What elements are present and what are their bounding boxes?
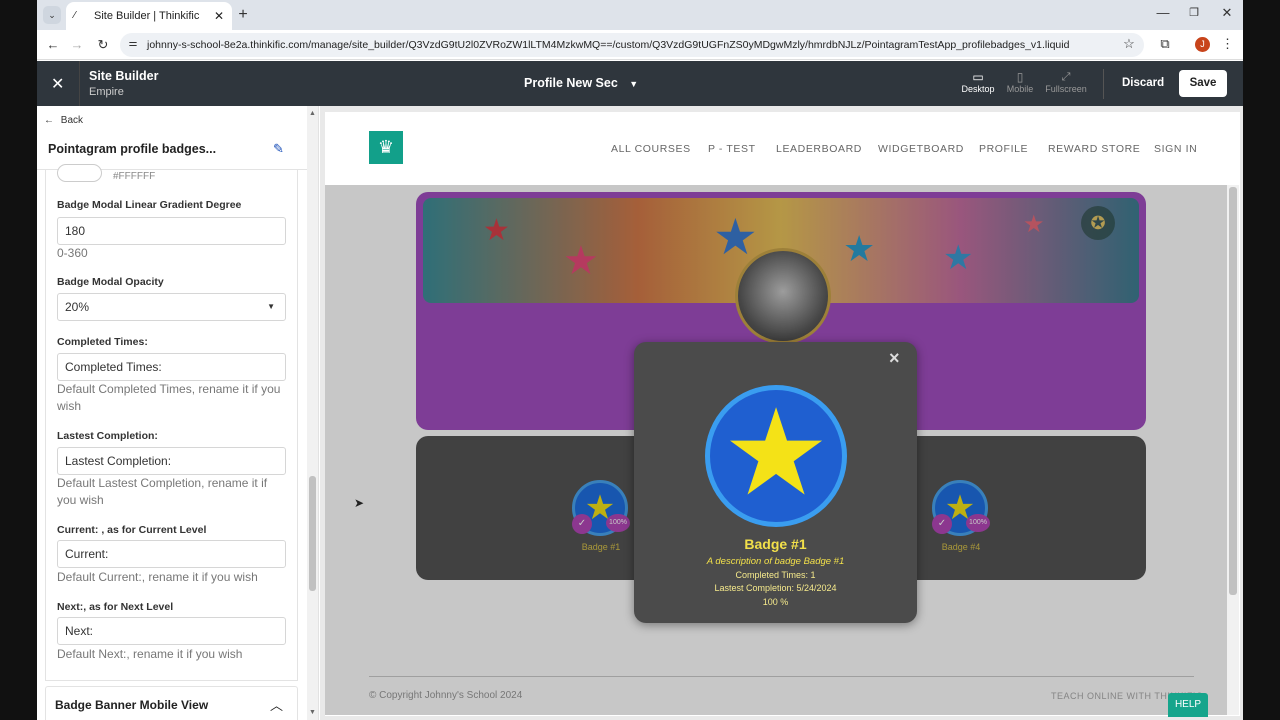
view-mobile[interactable]: ▯ Mobile (1000, 70, 1040, 94)
view-mobile-label: Mobile (1006, 84, 1034, 94)
theme-name: Empire (89, 86, 124, 98)
save-button[interactable]: Save (1179, 70, 1227, 97)
extensions-icon[interactable]: ⧉ (1157, 36, 1173, 52)
help-button[interactable]: HELP (1168, 693, 1208, 717)
section-title: Pointagram profile badges... (48, 142, 217, 156)
maximize-icon[interactable]: ❐ (1187, 6, 1201, 19)
forward-arrow-icon[interactable]: → (70, 37, 84, 52)
color-swatch-picker[interactable] (57, 164, 102, 182)
builder-title: Site Builder (89, 69, 159, 83)
nav-sign-in[interactable]: SIGN IN (1154, 143, 1197, 155)
brand-logo-icon[interactable]: ♛ (369, 131, 403, 164)
new-tab-button[interactable]: + (236, 6, 250, 24)
collapsed-section-header[interactable]: Badge Banner Mobile View ︿ (45, 686, 298, 720)
nav-widgetboard[interactable]: WIDGETBOARD (878, 143, 964, 155)
collapsed-section-title: Badge Banner Mobile View (55, 698, 209, 712)
back-label: Back (60, 115, 84, 126)
next-hint: Default Next:, rename it if you wish (57, 647, 243, 661)
gradient-degree-input[interactable]: 180 (57, 217, 286, 245)
scroll-up-icon: ▲ (309, 110, 316, 117)
view-fullscreen-label: Fullscreen (1045, 84, 1087, 94)
badge-modal: × ★ Badge #1 A description of badge Badg… (634, 342, 917, 623)
scroll-thumb[interactable] (309, 476, 316, 591)
current-label: Current: , as for Current Level (57, 524, 207, 536)
window-close-icon[interactable]: ✕ (1220, 5, 1234, 21)
nav-reward-store[interactable]: REWARD STORE (1048, 143, 1140, 155)
modal-close-icon[interactable]: × (889, 348, 900, 369)
chevron-down-icon: ▼ (629, 79, 639, 89)
gradient-label: Badge Modal Linear Gradient Degree (57, 199, 242, 211)
back-arrow-icon: ← (44, 115, 54, 126)
view-desktop-label: Desktop (961, 84, 995, 94)
browser-tab[interactable]: ⁄ Site Builder | Thinkific ✕ (66, 2, 232, 30)
page-name: Profile New Sec (524, 76, 618, 90)
profile-avatar[interactable]: J (1195, 37, 1210, 52)
modal-badge-star-icon: ★ (705, 385, 847, 527)
scroll-down-icon: ▼ (309, 709, 316, 716)
thinkific-favicon-icon: ⁄ (74, 10, 76, 21)
preview-scroll-thumb[interactable] (1229, 187, 1237, 595)
latest-hint: Default Lastest Completion, rename it if… (57, 476, 268, 507)
edit-pencil-icon[interactable]: ✎ (273, 141, 284, 157)
bookmark-star-icon[interactable]: ☆ (1121, 36, 1137, 52)
fullscreen-icon: ⤢ (1061, 71, 1071, 83)
back-link[interactable]: ← Back (44, 115, 83, 126)
current-input[interactable]: Current: (57, 540, 286, 568)
latest-completion-input[interactable]: Lastest Completion: (57, 447, 286, 475)
opacity-select[interactable]: 20% ▼ (57, 293, 286, 321)
opacity-value: 20% (65, 300, 90, 314)
modal-badge-title: Badge #1 (744, 536, 807, 552)
opacity-label: Badge Modal Opacity (57, 276, 164, 288)
view-desktop[interactable]: ▭ Desktop (955, 70, 1001, 94)
back-arrow-icon[interactable]: ← (46, 37, 60, 52)
mouse-cursor-icon: ➤ (354, 496, 365, 510)
tab-search-button[interactable]: ⌄ (43, 6, 61, 24)
nav-p-test[interactable]: P - TEST (708, 143, 756, 155)
nav-leaderboard[interactable]: LEADERBOARD (776, 143, 862, 155)
gradient-hint: 0-360 (57, 246, 88, 260)
page-selector[interactable]: Profile New Sec ▼ (524, 76, 638, 90)
next-input[interactable]: Next: (57, 617, 286, 645)
dropdown-caret-icon: ▼ (267, 302, 275, 311)
completed-label: Completed Times: (57, 336, 148, 348)
minimize-icon[interactable]: — (1156, 5, 1170, 20)
tab-close-icon[interactable]: ✕ (212, 9, 226, 23)
modal-latest-completion: Lastest Completion: 5/24/2024 (714, 583, 837, 593)
desktop-icon: ▭ (972, 70, 984, 84)
builder-header: ✕ Site Builder Empire Profile New Sec ▼ … (37, 61, 1243, 106)
modal-badge-description: A description of badge Badge #1 (706, 556, 845, 567)
modal-completed-times: Completed Times: 1 (735, 570, 816, 580)
sidebar-scrollbar[interactable]: ▲ ▼ (307, 106, 318, 720)
nav-all-courses[interactable]: ALL COURSES (611, 143, 691, 155)
completed-hint: Default Completed Times, rename it if yo… (57, 382, 281, 413)
address-bar[interactable]: johnny-s-school-8e2a.thinkific.com/manag… (120, 33, 1144, 57)
completed-times-input[interactable]: Completed Times: (57, 353, 286, 381)
site-info-icon[interactable]: ⚌ (126, 38, 140, 49)
current-hint: Default Current:, rename it if you wish (57, 570, 258, 584)
color-value: #FFFFFF (113, 171, 156, 182)
latest-label: Lastest Completion: (57, 430, 158, 442)
nav-profile[interactable]: PROFILE (979, 143, 1028, 155)
tab-title: Site Builder | Thinkific (94, 10, 200, 22)
left-dark-border (0, 0, 37, 720)
url-text: johnny-s-school-8e2a.thinkific.com/manag… (147, 39, 1070, 51)
modal-percent: 100 % (762, 597, 789, 607)
view-fullscreen[interactable]: ⤢ Fullscreen (1042, 70, 1090, 94)
browser-menu-icon[interactable]: ⋮ (1221, 36, 1234, 52)
preview-scrollbar[interactable] (1227, 185, 1239, 715)
right-dark-border (1243, 0, 1280, 720)
reload-icon[interactable]: ↻ (96, 37, 110, 53)
settings-sidebar: ← Back Pointagram profile badges... ✎ #F… (37, 106, 319, 720)
next-label: Next:, as for Next Level (57, 601, 174, 613)
chevron-up-icon: ︿ (269, 698, 283, 713)
close-builder-icon[interactable]: ✕ (51, 74, 64, 94)
mobile-icon: ▯ (1016, 70, 1024, 84)
discard-button[interactable]: Discard (1122, 77, 1164, 89)
